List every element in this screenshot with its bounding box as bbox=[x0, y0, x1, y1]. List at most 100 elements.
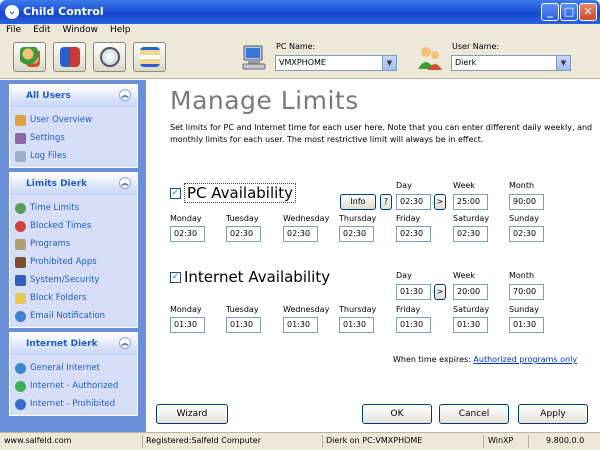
pc-availability-title: ✓ PC Availability bbox=[170, 183, 297, 203]
menu-edit[interactable]: Edit bbox=[27, 24, 56, 35]
internet-thursday-field[interactable]: 01:30 bbox=[339, 317, 374, 333]
internet-panel: Internet Dierk ︽ General Internet Intern… bbox=[9, 332, 138, 416]
status-session: Dierk on PC:VMXPHOME bbox=[326, 436, 423, 445]
users-toolbar-button[interactable] bbox=[13, 42, 46, 72]
internet-month-field[interactable]: 70:00 bbox=[509, 284, 544, 300]
minimize-button[interactable]: _ bbox=[541, 3, 559, 21]
page-title: Manage Limits bbox=[170, 86, 359, 115]
internet-week-field[interactable]: 20:00 bbox=[453, 284, 488, 300]
internet-wednesday-field[interactable]: 01:30 bbox=[283, 317, 318, 333]
sidebar-item-email-notification[interactable]: Email Notification bbox=[10, 307, 137, 325]
pc-name-select[interactable]: VMXPHOME ▼ bbox=[275, 55, 397, 71]
dialog-buttons: Wizard OK Cancel Apply bbox=[146, 400, 600, 432]
status-bar: www.salfeld.com Registered:Salfeld Compu… bbox=[0, 432, 600, 450]
internet-wednesday-label: Wednesday bbox=[283, 305, 330, 314]
menu-file[interactable]: File bbox=[0, 24, 27, 35]
user-name-select[interactable]: Dierk ▼ bbox=[451, 55, 571, 71]
menu-help[interactable]: Help bbox=[104, 24, 137, 35]
ok-button[interactable]: OK bbox=[362, 404, 432, 424]
pc-sunday-label: Sunday bbox=[509, 214, 539, 223]
pc-wednesday-field[interactable]: 02:30 bbox=[283, 226, 318, 242]
main-content: Manage Limits Set limits for PC and Inte… bbox=[146, 80, 600, 432]
sidebar-item-blocked-times[interactable]: Blocked Times bbox=[10, 217, 137, 235]
pc-tuesday-field[interactable]: 02:30 bbox=[226, 226, 261, 242]
pc-week-field[interactable]: 25:00 bbox=[453, 194, 488, 210]
sidebar-item-system-security[interactable]: System/Security bbox=[10, 271, 137, 289]
pc-day-field[interactable]: 02:30 bbox=[396, 194, 431, 210]
app-icon[interactable]: ⌄ bbox=[5, 5, 19, 19]
sidebar-item-internet-prohibited[interactable]: Internet - Prohibited bbox=[10, 395, 137, 413]
window-title: Child Control bbox=[23, 5, 104, 18]
statistics-toolbar-button[interactable] bbox=[93, 42, 126, 72]
internet-friday-field[interactable]: 01:30 bbox=[396, 317, 431, 333]
sidebar-item-prohibited-apps[interactable]: Prohibited Apps bbox=[10, 253, 137, 271]
maximize-button[interactable]: □ bbox=[560, 3, 578, 21]
pc-friday-field[interactable]: 02:30 bbox=[396, 226, 431, 242]
user-name-label: User Name: bbox=[452, 42, 500, 51]
pc-name-label: PC Name: bbox=[276, 42, 316, 51]
expire-link[interactable]: Authorized programs only bbox=[473, 355, 577, 364]
chevron-down-icon: ▼ bbox=[556, 56, 570, 70]
internet-friday-label: Friday bbox=[396, 305, 421, 314]
status-registered: Registered:Salfeld Computer bbox=[146, 436, 262, 445]
internet-title: Internet Dierk bbox=[26, 339, 98, 349]
help-button[interactable]: ? bbox=[380, 194, 392, 210]
settings-icon bbox=[15, 132, 26, 144]
all-users-header[interactable]: All Users ︽ bbox=[10, 85, 137, 107]
title-bar: ⌄ Child Control _ □ ✕ bbox=[0, 0, 600, 24]
pc-availability-checkbox[interactable]: ✓ bbox=[170, 187, 181, 199]
pc-monday-label: Monday bbox=[170, 214, 202, 223]
pc-sunday-field[interactable]: 02:30 bbox=[509, 226, 544, 242]
limits-header[interactable]: Limits Dierk ︽ bbox=[10, 173, 137, 195]
sidebar: All Users ︽ User Overview Settings Log F… bbox=[0, 80, 146, 432]
sidebar-item-internet-authorized[interactable]: Internet - Authorized bbox=[10, 377, 137, 395]
pc-month-field[interactable]: 90:00 bbox=[509, 194, 544, 210]
collapse-icon[interactable]: ︽ bbox=[119, 337, 131, 349]
close-button[interactable]: ✕ bbox=[579, 3, 597, 21]
internet-day-field[interactable]: 01:30 bbox=[396, 284, 431, 300]
sidebar-item-block-folders[interactable]: Block Folders bbox=[10, 289, 137, 307]
sidebar-item-programs[interactable]: Programs bbox=[10, 235, 137, 253]
sidebar-item-time-limits[interactable]: Time Limits bbox=[10, 199, 137, 217]
info-button[interactable]: Info bbox=[340, 194, 376, 210]
collapse-icon[interactable]: ︽ bbox=[119, 177, 131, 189]
internet-tuesday-label: Tuesday bbox=[226, 305, 259, 314]
menu-window[interactable]: Window bbox=[57, 24, 105, 35]
time-toolbar-button[interactable] bbox=[133, 42, 166, 72]
sidebar-item-user-overview[interactable]: User Overview bbox=[10, 111, 137, 129]
internet-availability-title: ✓ Internet Availability bbox=[170, 268, 331, 286]
internet-monday-field[interactable]: 01:30 bbox=[170, 317, 205, 333]
internet-saturday-field[interactable]: 01:30 bbox=[453, 317, 488, 333]
apply-button[interactable]: Apply bbox=[518, 404, 588, 424]
all-users-panel: All Users ︽ User Overview Settings Log F… bbox=[9, 84, 138, 168]
pc-monday-field[interactable]: 02:30 bbox=[170, 226, 205, 242]
toolbar: PC Name: VMXPHOME ▼ User Name: Dierk ▼ bbox=[0, 39, 600, 79]
pc-saturday-field[interactable]: 02:30 bbox=[453, 226, 488, 242]
users-icon bbox=[15, 114, 26, 126]
internet-tuesday-field[interactable]: 01:30 bbox=[226, 317, 261, 333]
computer-icon bbox=[240, 43, 268, 71]
internet-week-label: Week bbox=[453, 271, 475, 280]
pc-thursday-field[interactable]: 02:30 bbox=[339, 226, 374, 242]
sidebar-item-general-internet[interactable]: General Internet bbox=[10, 359, 137, 377]
limits-title: Limits Dierk bbox=[26, 179, 88, 189]
globe-check-icon bbox=[15, 380, 26, 392]
users-icon bbox=[20, 47, 40, 67]
sidebar-item-settings[interactable]: Settings bbox=[10, 129, 137, 147]
internet-day-label: Day bbox=[396, 271, 412, 280]
internet-sunday-field[interactable]: 01:30 bbox=[509, 317, 544, 333]
expire-label: When time expires: bbox=[393, 355, 471, 364]
pc-saturday-label: Saturday bbox=[453, 214, 490, 223]
pc-apply-day-button[interactable]: > bbox=[434, 194, 446, 210]
internet-apply-day-button[interactable]: > bbox=[434, 284, 446, 300]
internet-availability-checkbox[interactable]: ✓ bbox=[170, 271, 181, 283]
limits-icon bbox=[60, 47, 80, 67]
status-site: www.salfeld.com bbox=[4, 436, 72, 445]
collapse-icon[interactable]: ︽ bbox=[119, 89, 131, 101]
cancel-button[interactable]: Cancel bbox=[439, 404, 509, 424]
sidebar-item-log-files[interactable]: Log Files bbox=[10, 147, 137, 165]
limits-toolbar-button[interactable] bbox=[53, 42, 86, 72]
status-divider bbox=[483, 435, 484, 448]
wizard-button[interactable]: Wizard bbox=[156, 404, 228, 424]
internet-header[interactable]: Internet Dierk ︽ bbox=[10, 333, 137, 355]
